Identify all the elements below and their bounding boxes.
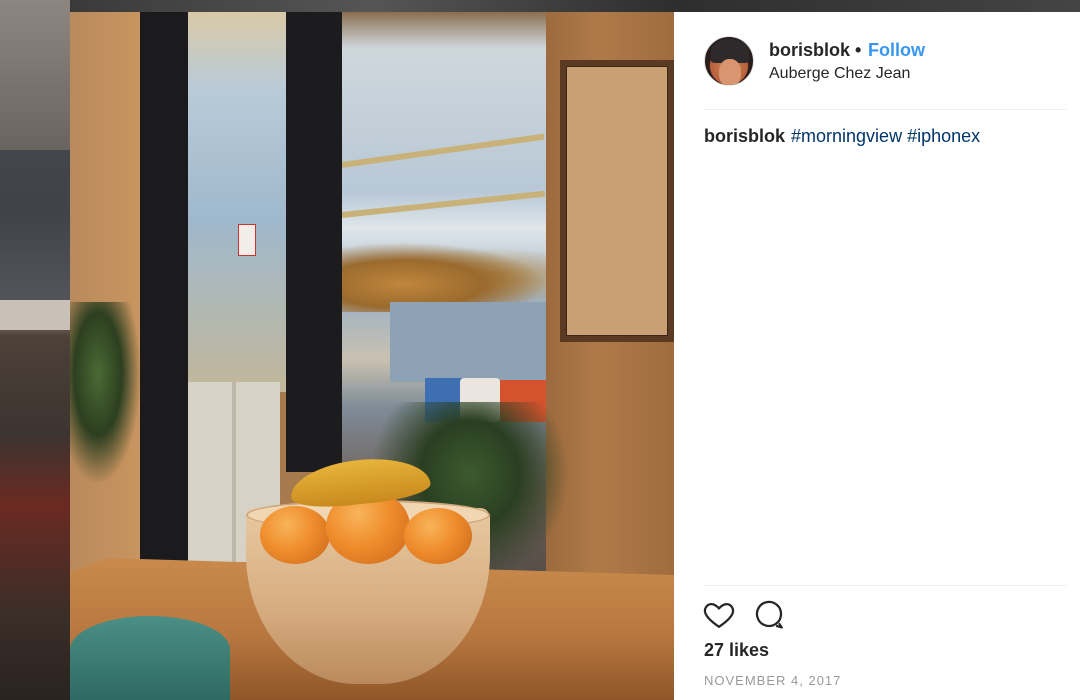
post-photo[interactable] xyxy=(70,12,674,700)
separator-dot: • xyxy=(855,40,862,60)
photo-no-smoking-sign xyxy=(238,224,256,256)
avatar[interactable] xyxy=(704,36,754,86)
photo-building xyxy=(390,302,546,382)
photo-window-left xyxy=(188,12,286,392)
post-caption: borisblok #morningview #iphonex xyxy=(704,126,980,147)
post-date: NOVEMBER 4, 2017 xyxy=(704,673,842,688)
hashtag-link[interactable]: #morningview xyxy=(791,126,902,146)
caption-username-link[interactable]: borisblok xyxy=(704,126,785,146)
actions-divider xyxy=(704,585,1066,586)
hashtag-link[interactable]: #iphonex xyxy=(907,126,980,146)
background-blur-left xyxy=(0,0,70,700)
comment-bubble-icon[interactable] xyxy=(752,597,786,631)
username-link[interactable]: borisblok xyxy=(769,40,850,61)
header-divider xyxy=(704,109,1066,110)
photo-picture-frame xyxy=(560,60,674,342)
heart-icon[interactable] xyxy=(702,597,736,631)
follow-button[interactable]: Follow xyxy=(868,40,925,61)
background-sofa xyxy=(0,150,70,300)
photo-plant xyxy=(70,302,140,482)
photo-door-frame xyxy=(140,12,188,572)
likes-count[interactable]: 27 likes xyxy=(704,640,769,661)
post-details-panel: borisblok • Follow Auberge Chez Jean bor… xyxy=(674,12,1080,700)
photo-orange xyxy=(404,508,472,564)
location-link[interactable]: Auberge Chez Jean xyxy=(769,65,910,83)
photo-door-frame xyxy=(286,12,342,472)
background-blur-top xyxy=(70,0,1080,12)
photo-jar-lid xyxy=(70,616,230,700)
background-wall xyxy=(0,300,70,330)
photo-orange xyxy=(260,506,330,564)
